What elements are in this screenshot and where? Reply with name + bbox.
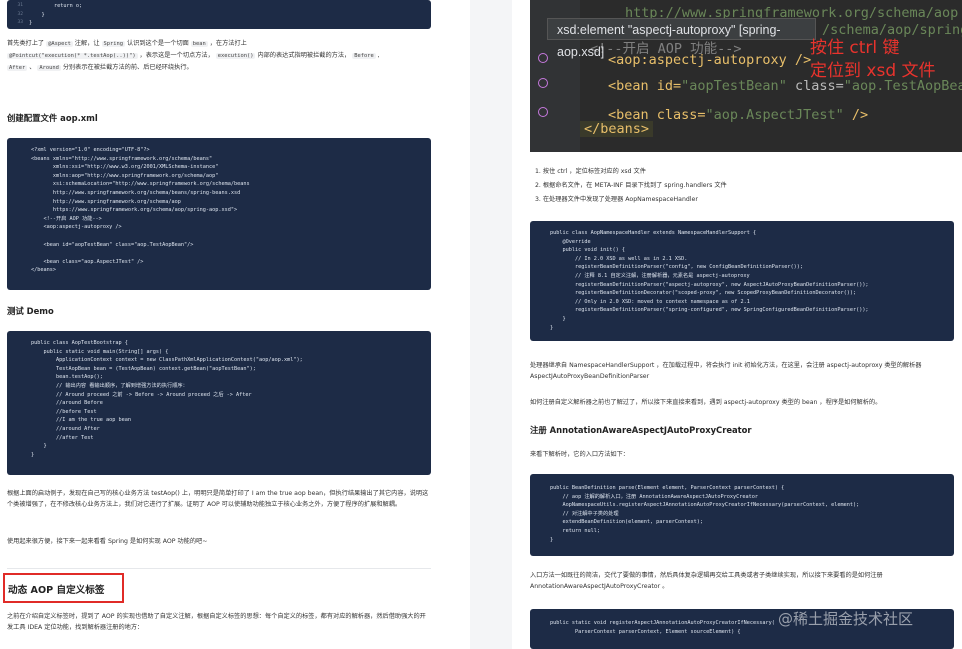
gutter-marker-icon bbox=[538, 107, 548, 117]
paragraph-handler: 处理器继承自 NamespaceHandlerSupport ，在加载过程中，将… bbox=[530, 362, 922, 380]
heading-create-config: 创建配置文件 aop.xml bbox=[7, 113, 98, 123]
watermark: @稀土掘金技术社区 bbox=[778, 610, 914, 628]
code-text: public class AopNamespaceHandler extends… bbox=[550, 230, 869, 331]
code-text: public class AopTestBootstrap { public s… bbox=[31, 340, 303, 458]
paragraph-custom-tag: 之前在介绍自定义标签时，提到了 AOP 的实现也借助了自定义注解，根据自定义标签… bbox=[7, 613, 426, 631]
line-numbers: 31 32 33 bbox=[17, 3, 23, 26]
column-gutter bbox=[470, 0, 512, 649]
paragraph-entry: 来看下解析时，它的入口方法如下： bbox=[530, 451, 629, 458]
parse-code-block: public BeanDefinition parse(Element elem… bbox=[530, 474, 954, 556]
highlight-box bbox=[3, 573, 124, 603]
step-item: 1. 按住 ctrl ，定位标签对应的 xsd 文件 bbox=[535, 168, 646, 175]
code-text: return o; } } bbox=[29, 3, 83, 27]
left-article-column: 31 32 33 return o; } } 首先类打上了 @Aspect 注解… bbox=[0, 0, 470, 649]
code-text: public static void registerAspectJAnnota… bbox=[550, 620, 775, 635]
gutter-marker-icon bbox=[538, 78, 548, 88]
code-text: <?xml version="1.0" encoding="UTF-8"?> <… bbox=[31, 147, 250, 274]
ide-tooltip: xsd:element "aspectj-autoproxy" [spring-… bbox=[547, 18, 816, 59]
xml-code-block: <?xml version="1.0" encoding="UTF-8"?> <… bbox=[7, 138, 431, 290]
xml-close: </beans> bbox=[580, 121, 654, 137]
step-item: 3. 在处理器文件中发现了处理器 AopNamespaceHandler bbox=[535, 196, 698, 203]
paragraph-next: 使用起来很方便，接下来一起来看看 Spring 是如何实现 AOP 功能的吧~ bbox=[7, 538, 208, 545]
paragraph-entry-simple: 入口方法一如既往的简洁，交代了要做的事情，然后具体复杂逻辑再交给工具类或者子类继… bbox=[530, 572, 883, 590]
demo-code-block: public class AopTestBootstrap { public s… bbox=[7, 331, 431, 475]
paragraph-demo-result: 根据上面的启动例子，发现在自己写的核心业务方法 testAop() 上，明明只是… bbox=[7, 490, 429, 508]
handler-code-block: public class AopNamespaceHandler extends… bbox=[530, 221, 954, 341]
xml-autoproxy: <aop:aspectj-autoproxy /> bbox=[608, 52, 812, 68]
top-code-block: 31 32 33 return o; } } bbox=[7, 0, 431, 29]
annotation-xsd: 定位到 xsd 文件 bbox=[810, 61, 936, 81]
heading-register-creator: 注册 AnnotationAwareAspectJAutoProxyCreato… bbox=[530, 425, 752, 435]
annotation-ctrl: 按住 ctrl 键 bbox=[810, 38, 900, 58]
paragraph-aspect-intro: 首先类打上了 @Aspect 注解，让 Spring 认识到这个是一个切面 be… bbox=[7, 40, 380, 71]
heading-test-demo: 测试 Demo bbox=[7, 306, 54, 316]
paragraph-register: 如何注册自定义解析器之前也了解过了，所以接下来直接来看到，遇到 aspectj-… bbox=[530, 399, 882, 406]
gutter-marker-icon bbox=[538, 53, 548, 63]
divider bbox=[7, 568, 431, 569]
code-text: public BeanDefinition parse(Element elem… bbox=[550, 485, 860, 543]
step-item: 2. 根据命名文件，在 META-INF 目录下找到了 spring.handl… bbox=[535, 182, 727, 189]
